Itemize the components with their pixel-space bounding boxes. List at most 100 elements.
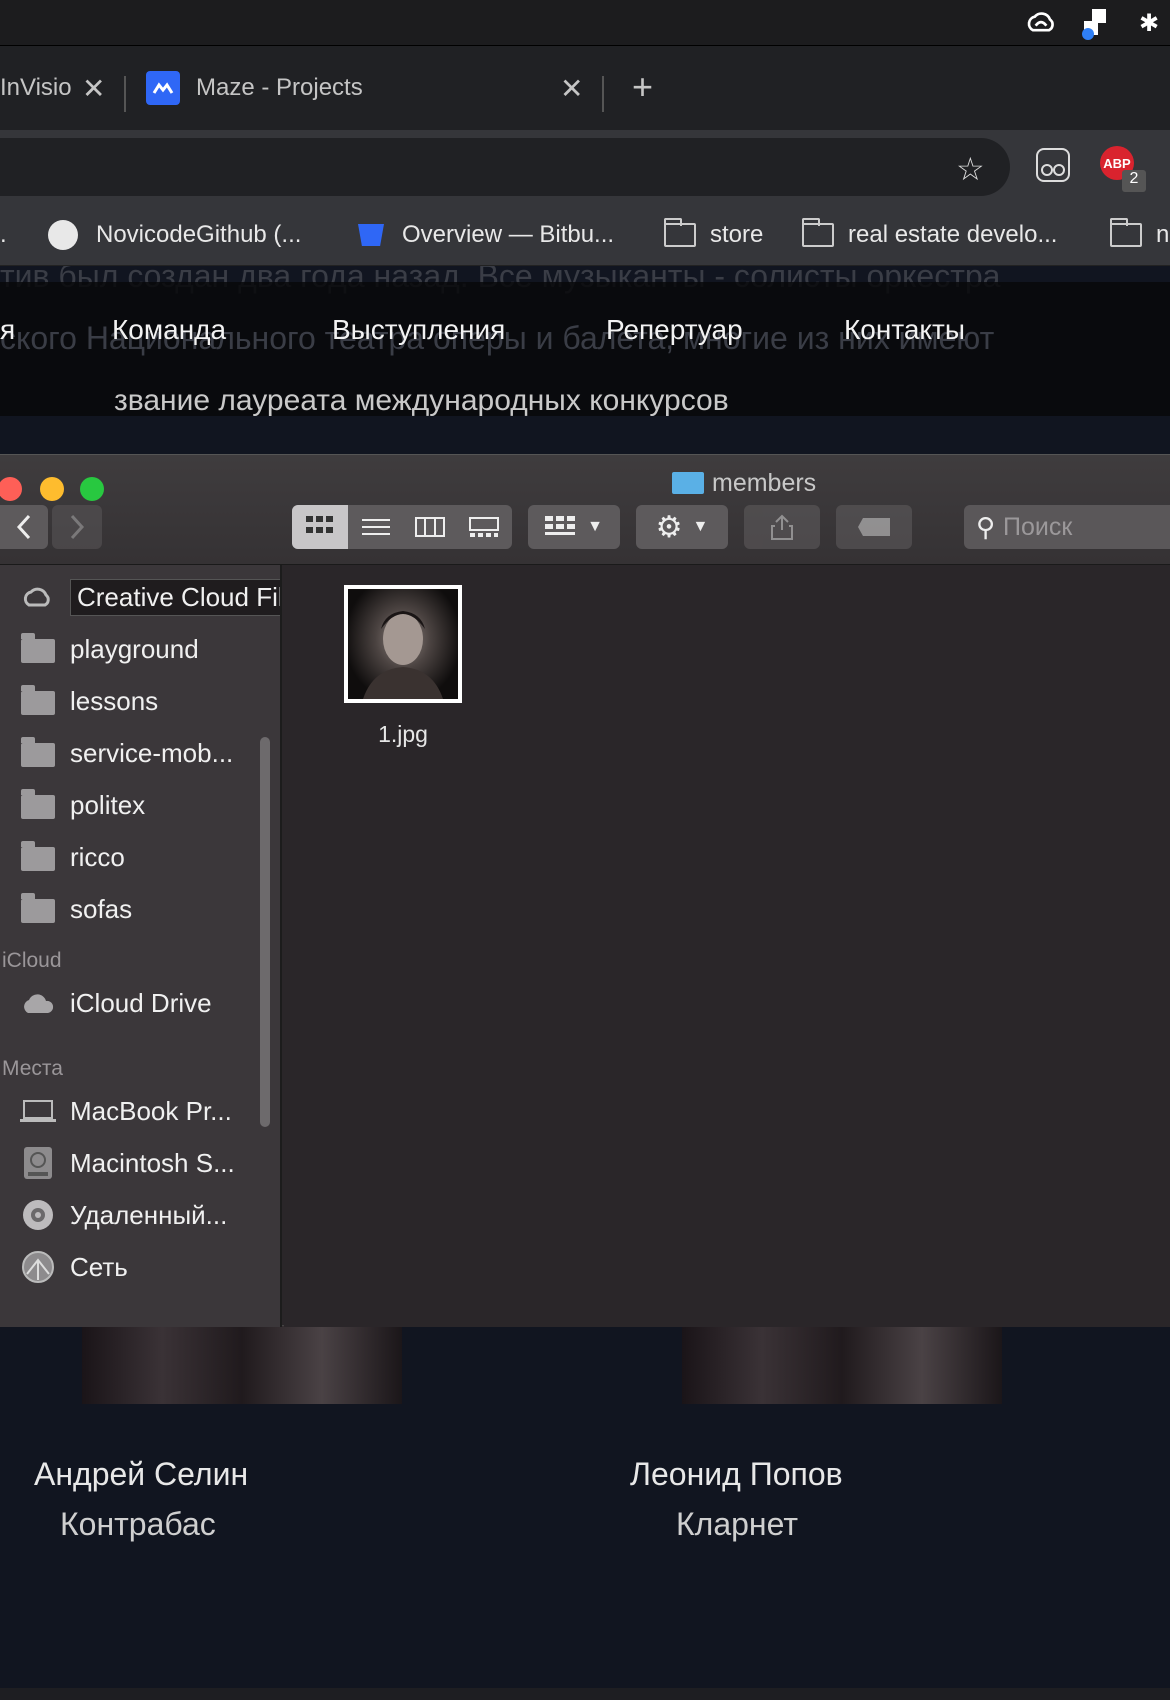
bookmark-label: real estate develo... bbox=[848, 221, 1058, 248]
about-text-line: звание лауреата международных конкурсов bbox=[114, 384, 729, 417]
creative-cloud-icon bbox=[20, 583, 56, 611]
chevron-down-icon: ▼ bbox=[587, 518, 603, 535]
folder-icon bbox=[20, 737, 56, 767]
member-role: Кларнет bbox=[676, 1506, 798, 1542]
tab-label: Maze - Projects bbox=[196, 74, 363, 101]
nav-item-team[interactable]: Команда bbox=[112, 314, 226, 346]
nav-item-repertoire[interactable]: Репертуар bbox=[606, 314, 743, 346]
sidebar-item-label: iCloud Drive bbox=[70, 987, 212, 1018]
search-field[interactable]: ⚲ Поиск bbox=[964, 505, 1170, 549]
app-status-icon[interactable] bbox=[1078, 8, 1112, 40]
member-photo bbox=[82, 1326, 402, 1404]
bookmark-folder-overflow[interactable]: n bbox=[1110, 204, 1169, 266]
sidebar-item-politex[interactable]: politex bbox=[0, 783, 270, 827]
sidebar-item-lessons[interactable]: lessons bbox=[0, 679, 270, 723]
dock bbox=[0, 1688, 1170, 1700]
sidebar-item-label: Удаленный... bbox=[70, 1199, 228, 1230]
sidebar-item-remote-disc[interactable]: Удаленный... bbox=[0, 1193, 270, 1237]
bookmark-label: NovicodeGithub (... bbox=[96, 221, 302, 248]
sidebar-item-label: MacBook Pr... bbox=[70, 1095, 232, 1126]
group-by-button[interactable]: ▼ bbox=[528, 505, 620, 549]
gear-icon: ⚙ bbox=[655, 510, 683, 544]
sidebar-item-label: Macintosh S... bbox=[70, 1147, 235, 1178]
tab-close-icon[interactable]: ✕ bbox=[560, 72, 583, 105]
sidebar-item-label: lessons bbox=[70, 685, 159, 716]
tab-maze-projects[interactable]: Maze - Projects bbox=[146, 46, 586, 130]
bitbucket-icon bbox=[358, 224, 384, 246]
sidebar-item-sofas[interactable]: sofas bbox=[0, 887, 270, 931]
macos-menubar: ✱ bbox=[0, 0, 1170, 46]
nav-item-performances[interactable]: Выступления bbox=[332, 314, 505, 346]
back-button[interactable] bbox=[0, 505, 48, 549]
sidebar-item-label: playground bbox=[70, 633, 199, 664]
column-view-button[interactable] bbox=[404, 505, 456, 549]
sidebar-item-label: Сеть bbox=[70, 1251, 128, 1282]
bookmark-novicode-github[interactable]: NovicodeGithub (... bbox=[48, 204, 301, 266]
folder-icon bbox=[20, 633, 56, 663]
list-view-button[interactable] bbox=[350, 505, 402, 549]
forward-button[interactable] bbox=[52, 505, 102, 549]
tab-close-icon[interactable]: ✕ bbox=[82, 72, 105, 105]
folder-icon bbox=[20, 841, 56, 871]
bookmark-folder-real-estate[interactable]: real estate develo... bbox=[802, 204, 1057, 266]
close-window-button[interactable] bbox=[0, 477, 22, 501]
folder-icon bbox=[664, 218, 696, 247]
icon-view-button[interactable] bbox=[292, 505, 348, 549]
tab-label: InVisio bbox=[0, 74, 72, 101]
finder-window: members ▼ ⚙ ▼ ⚲ Поиск Creative Cloud Fi … bbox=[0, 454, 1170, 1327]
adblock-label: ABP bbox=[1103, 155, 1131, 171]
sidebar-item-icloud-drive[interactable]: iCloud Drive bbox=[0, 981, 270, 1025]
address-bar[interactable] bbox=[0, 138, 1010, 196]
finder-sidebar: Creative Cloud Files playground lessons … bbox=[0, 565, 282, 1327]
cloud-icon bbox=[20, 989, 56, 1017]
folder-icon bbox=[20, 789, 56, 819]
finder-content: 1.jpg bbox=[284, 565, 1170, 1327]
sidebar-item-label: ricco bbox=[70, 841, 125, 872]
portrait-image bbox=[363, 611, 443, 699]
member-name: Андрей Селин bbox=[34, 1456, 249, 1492]
member-role: Контрабас bbox=[60, 1506, 216, 1542]
chevron-down-icon: ▼ bbox=[692, 518, 709, 535]
folder-icon bbox=[672, 472, 704, 494]
bookmark-bitbucket-overview[interactable]: Overview — Bitbu... bbox=[358, 204, 614, 266]
sidebar-item-service-mob[interactable]: service-mob... bbox=[0, 731, 270, 775]
bookmark-star-icon[interactable]: ☆ bbox=[956, 150, 985, 188]
sidebar-item-ricco[interactable]: ricco bbox=[0, 835, 270, 879]
sidebar-item-macintosh-hd[interactable]: Macintosh S... bbox=[0, 1141, 270, 1185]
sidebar-item-label: sofas bbox=[70, 893, 133, 924]
extension-icon[interactable] bbox=[1036, 148, 1070, 182]
sidebar-item-label: Creative Cloud Files bbox=[70, 578, 280, 616]
disk-icon bbox=[20, 1147, 56, 1179]
tags-button[interactable] bbox=[836, 505, 912, 549]
creative-cloud-menu-icon[interactable] bbox=[1024, 8, 1058, 38]
action-menu-button[interactable]: ⚙ ▼ bbox=[636, 505, 728, 549]
sidebar-item-network[interactable]: Сеть bbox=[0, 1245, 270, 1289]
sidebar-item-creative-cloud-files[interactable]: Creative Cloud Files bbox=[0, 575, 280, 619]
nav-item-partial[interactable]: я bbox=[0, 314, 15, 346]
zoom-window-button[interactable] bbox=[80, 477, 104, 501]
sidebar-section-icloud: iCloud bbox=[2, 949, 62, 972]
maze-favicon-icon bbox=[146, 71, 180, 105]
optical-disc-icon bbox=[20, 1200, 56, 1230]
network-icon bbox=[20, 1251, 56, 1283]
new-tab-button[interactable]: + bbox=[632, 66, 653, 108]
folder-icon bbox=[20, 685, 56, 715]
sidebar-scrollbar[interactable] bbox=[260, 737, 270, 1127]
bluetooth-icon[interactable]: ✱ bbox=[1132, 8, 1166, 38]
bookmark-label: Overview — Bitbu... bbox=[402, 221, 615, 248]
minimize-window-button[interactable] bbox=[40, 477, 64, 501]
sidebar-item-macbook[interactable]: MacBook Pr... bbox=[0, 1089, 270, 1133]
file-name: 1.jpg bbox=[378, 721, 428, 747]
share-button[interactable] bbox=[744, 505, 820, 549]
gallery-view-button[interactable] bbox=[458, 505, 510, 549]
search-icon: ⚲ bbox=[976, 511, 996, 542]
file-thumbnail[interactable] bbox=[344, 585, 462, 703]
nav-item-contacts[interactable]: Контакты bbox=[844, 314, 965, 346]
bookmark-label: n bbox=[1156, 221, 1170, 248]
sidebar-item-playground[interactable]: playground bbox=[0, 627, 270, 671]
browser-toolbar: ☆ ABP 2 bbox=[0, 130, 1170, 204]
github-icon bbox=[48, 220, 78, 250]
bookmark-folder-store[interactable]: store bbox=[664, 204, 763, 266]
finder-titlebar: members ▼ ⚙ ▼ ⚲ Поиск bbox=[0, 455, 1170, 565]
sidebar-section-places: Места bbox=[2, 1057, 63, 1080]
